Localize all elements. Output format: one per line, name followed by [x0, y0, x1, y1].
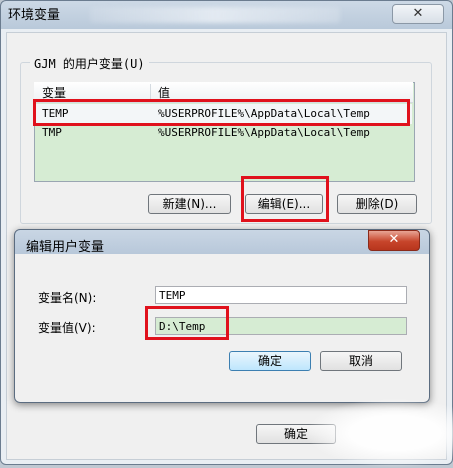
- dialog-close-button[interactable]: ✕: [368, 230, 420, 251]
- list-row-name[interactable]: TMP: [42, 124, 62, 142]
- column-header-value[interactable]: 值: [158, 86, 170, 100]
- new-button[interactable]: 新建(N)...: [148, 194, 231, 214]
- variable-name-label: 变量名(N):: [38, 291, 97, 305]
- variable-name-input[interactable]: TEMP: [155, 286, 407, 304]
- variable-value-label: 变量值(V):: [38, 321, 96, 335]
- delete-button[interactable]: 删除(D): [337, 194, 417, 214]
- column-header-variable[interactable]: 变量: [42, 86, 66, 100]
- window-close-button[interactable]: ✕: [392, 4, 444, 24]
- highlight-edit-button: [241, 176, 329, 222]
- window-title: 环境变量: [8, 8, 61, 23]
- dialog-title: 编辑用户变量: [26, 240, 105, 255]
- list-row-value[interactable]: %USERPROFILE%\AppData\Local\Temp: [158, 124, 370, 142]
- blurred-title-region: [90, 7, 340, 23]
- column-separator[interactable]: [150, 84, 151, 100]
- user-variables-group-label: GJM 的用户变量(U): [30, 55, 149, 72]
- dialog-cancel-button[interactable]: 取消: [320, 351, 402, 371]
- highlight-variable-value: [145, 306, 229, 340]
- watermark-cloud: [305, 398, 453, 468]
- highlight-temp-row: [33, 99, 410, 126]
- dialog-ok-button[interactable]: 确定: [229, 351, 311, 371]
